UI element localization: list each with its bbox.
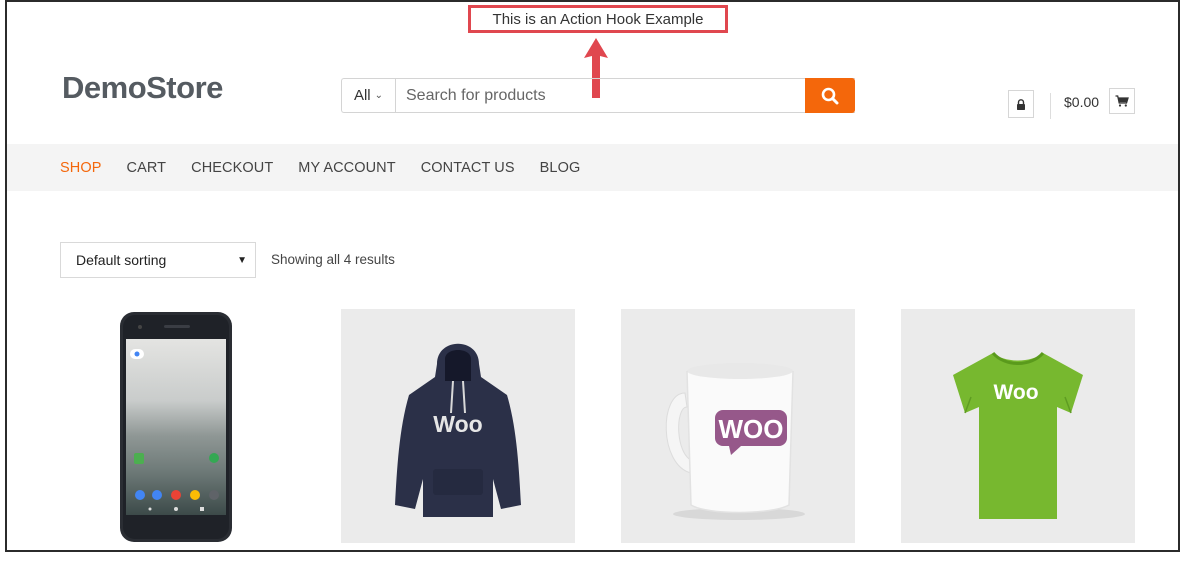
- action-hook-text: This is an Action Hook Example: [492, 10, 704, 28]
- account-button[interactable]: [1008, 90, 1034, 118]
- product-search: All ⌄: [341, 78, 855, 113]
- cart-total[interactable]: $0.00: [1064, 94, 1099, 110]
- hoodie-image: Woo: [395, 343, 521, 517]
- header-divider: [1050, 93, 1051, 119]
- search-category-label: All: [353, 87, 371, 104]
- hoodie-print: Woo: [433, 411, 482, 437]
- nav-item-shop[interactable]: SHOP: [60, 160, 102, 176]
- caret-down-icon: ▼: [237, 254, 247, 266]
- tshirt-image: Woo: [953, 351, 1083, 519]
- sorting-selected-value: Default sorting: [76, 252, 167, 268]
- action-hook-banner: This is an Action Hook Example: [468, 5, 728, 33]
- search-category-select[interactable]: All ⌄: [342, 79, 396, 112]
- cart-button[interactable]: [1109, 88, 1135, 114]
- tshirt-print: Woo: [993, 381, 1038, 404]
- sorting-select[interactable]: Default sorting ▼: [60, 242, 256, 278]
- lock-icon: [1017, 98, 1025, 110]
- product-card-tshirt[interactable]: Woo: [901, 309, 1135, 543]
- result-count: Showing all 4 results: [271, 252, 395, 267]
- nav-item-my-account[interactable]: MY ACCOUNT: [298, 160, 395, 176]
- mug-print: WOO: [719, 414, 784, 444]
- smartphone-image: [120, 312, 232, 542]
- nav-item-cart[interactable]: CART: [127, 160, 167, 176]
- search-button[interactable]: [805, 78, 855, 113]
- browser-frame: This is an Action Hook Example DemoStore…: [5, 0, 1180, 552]
- site-logo[interactable]: DemoStore: [62, 70, 223, 106]
- mug-image: WOO: [665, 363, 805, 520]
- search-input[interactable]: [396, 79, 805, 112]
- primary-navigation: SHOP CART CHECKOUT MY ACCOUNT CONTACT US…: [7, 144, 1178, 191]
- nav-item-blog[interactable]: BLOG: [540, 160, 581, 176]
- nav-item-contact-us[interactable]: CONTACT US: [421, 160, 515, 176]
- nav-item-checkout[interactable]: CHECKOUT: [191, 160, 273, 176]
- product-card-hoodie[interactable]: Woo: [341, 309, 575, 543]
- cart-icon: [1115, 95, 1129, 107]
- chevron-down-icon: ⌄: [374, 90, 384, 101]
- product-card-mug[interactable]: WOO: [621, 309, 855, 543]
- product-card-phone[interactable]: [60, 309, 294, 543]
- search-icon: [821, 87, 839, 104]
